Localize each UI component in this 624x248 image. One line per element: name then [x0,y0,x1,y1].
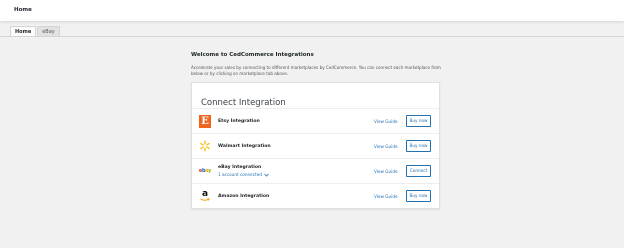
amazon-logo-icon: a [200,189,210,201]
accounts-connected-dropdown[interactable]: 1 account connected [218,172,270,178]
view-guide-link[interactable]: View Guide [374,169,398,174]
buy-now-button[interactable]: Buy now [406,190,431,202]
ebay-logo-icon: ebay [198,168,212,174]
walmart-spark-icon [198,139,212,153]
integration-row-walmart: Walmart Integration View Guide Buy now [192,133,439,158]
integration-row-ebay: ebay eBay Integration 1 account connecte… [192,158,439,183]
card-header: Connect Integration [192,83,439,109]
accounts-connected-text: 1 account connected [218,172,262,177]
card-title: Connect Integration [201,98,286,108]
integration-name: Etsy Integration [218,119,260,124]
view-guide-link[interactable]: View Guide [374,119,398,124]
integration-name: Walmart Integration [218,144,271,149]
welcome-heading: Welcome to CedCommerce Integrations [191,52,314,58]
view-guide-link[interactable]: View Guide [374,194,398,199]
buy-now-button[interactable]: Buy now [406,115,431,127]
integration-name: eBay Integration [218,165,262,170]
tab-divider [0,36,624,37]
etsy-logo-icon: E [198,114,212,128]
integration-row-amazon: a Amazon Integration View Guide Buy now [192,183,439,208]
connect-button[interactable]: Connect [406,165,431,177]
welcome-description: Accelerate your sales by connecting to d… [191,65,441,76]
chevron-down-icon [264,173,270,178]
connect-integration-card: Connect Integration E Etsy Integration V… [191,82,440,209]
top-bar: Home [0,0,624,21]
integration-row-etsy: E Etsy Integration View Guide Buy now [192,108,439,133]
page-title: Home [14,7,32,13]
buy-now-button[interactable]: Buy now [406,140,431,152]
view-guide-link[interactable]: View Guide [374,144,398,149]
integration-name: Amazon Integration [218,194,270,199]
